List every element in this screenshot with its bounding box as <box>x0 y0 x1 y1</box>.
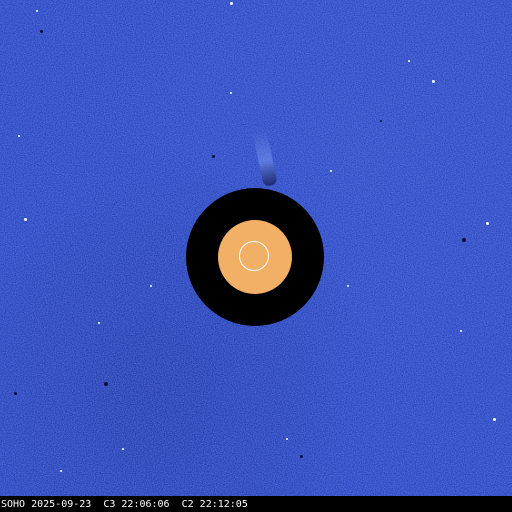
star <box>24 218 27 221</box>
coronagraph-image: SOHO 2025-09-23 C3 22:06:06 C2 22:12:05 <box>0 0 512 512</box>
star <box>18 135 20 137</box>
star <box>122 448 124 450</box>
dark-speck <box>104 382 108 386</box>
star <box>60 470 62 472</box>
star <box>493 418 496 421</box>
dark-speck <box>40 30 43 33</box>
star <box>347 285 349 287</box>
star <box>330 170 332 172</box>
dark-speck <box>14 392 17 395</box>
dark-speck <box>212 155 215 158</box>
dark-speck <box>380 120 382 122</box>
sun-outline <box>239 241 269 271</box>
dark-speck <box>462 238 466 242</box>
star <box>460 330 462 332</box>
star <box>286 438 288 440</box>
star <box>230 92 232 94</box>
star <box>98 322 100 324</box>
star <box>408 60 410 62</box>
star <box>230 2 233 5</box>
star <box>150 285 152 287</box>
star <box>486 222 489 225</box>
image-caption: SOHO 2025-09-23 C3 22:06:06 C2 22:12:05 <box>1 499 248 510</box>
dark-speck <box>300 455 303 458</box>
star <box>432 80 435 83</box>
star <box>36 10 38 12</box>
